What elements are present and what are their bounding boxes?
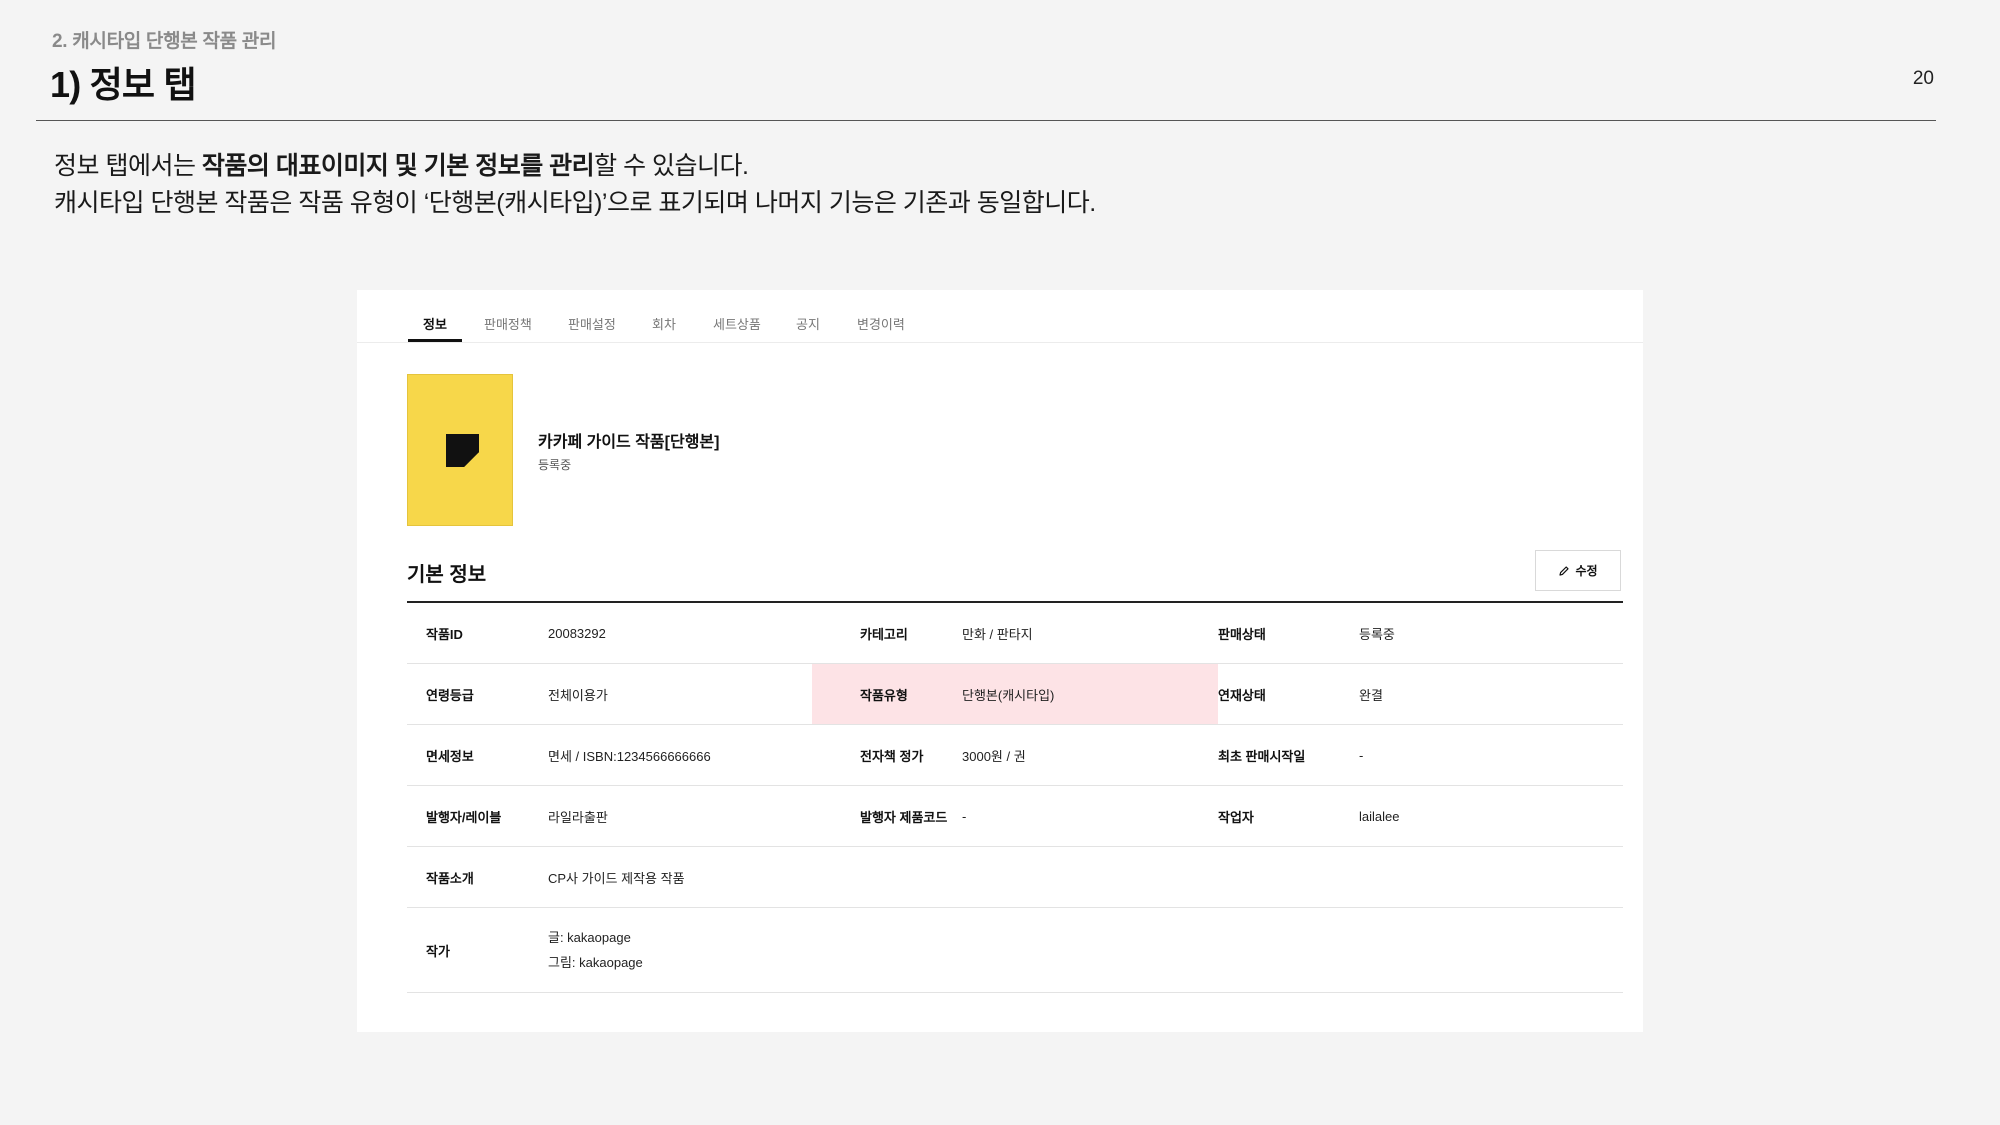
field-value: 완결 <box>1359 663 1623 725</box>
field-value: - <box>1359 724 1623 786</box>
pencil-icon <box>1559 565 1570 576</box>
basic-info-title: 기본 정보 <box>407 564 487 586</box>
author-illustrator: 그림: kakaopage <box>548 955 643 970</box>
desc-text: 할 수 있습니다. <box>594 152 749 180</box>
field-value: 등록중 <box>1359 602 1623 664</box>
field-value: 전체이용가 <box>548 663 812 725</box>
tab-change-history[interactable]: 변경이력 <box>857 314 905 333</box>
desc-text: 정보 탭에서는 <box>54 152 202 180</box>
field-label: 판매상태 <box>1218 602 1359 664</box>
work-detail-card: 정보 판매정책 판매설정 회차 세트상품 공지 변경이력 카카페 가이드 작품[… <box>357 290 1643 1032</box>
field-label: 연재상태 <box>1218 663 1359 725</box>
page-number: 20 <box>1912 68 1934 89</box>
field-label: 최초 판매시작일 <box>1218 724 1359 786</box>
field-value: 만화 / 판타지 <box>962 602 1218 664</box>
table-row: 작가 글: kakaopage 그림: kakaopage <box>407 907 1623 993</box>
slide-description: 정보 탭에서는 작품의 대표이미지 및 기본 정보를 관리할 수 있습니다. 캐… <box>54 148 1096 222</box>
field-value: 20083292 <box>548 602 812 664</box>
field-value: 3000원 / 권 <box>962 724 1218 786</box>
field-label: 카테고리 <box>812 602 962 664</box>
tab-sales-settings[interactable]: 판매설정 <box>568 314 616 333</box>
field-value: 면세 / ISBN:1234566666666 <box>548 724 812 786</box>
description-line-1: 정보 탭에서는 작품의 대표이미지 및 기본 정보를 관리할 수 있습니다. <box>54 148 1096 185</box>
tab-bar: 정보 판매정책 판매설정 회차 세트상품 공지 변경이력 <box>357 290 1643 343</box>
edit-button[interactable]: 수정 <box>1535 550 1621 591</box>
active-tab-indicator <box>408 339 462 342</box>
field-label: 전자책 정가 <box>812 724 962 786</box>
table-row: 발행자/레이블 라일라출판 발행자 제품코드 - 작업자 lailalee <box>407 785 1623 847</box>
desc-bold-text: 작품의 대표이미지 및 기본 정보를 관리 <box>201 152 595 180</box>
slide-header: 2. 캐시타입 단행본 작품 관리 1) 정보 탭 20 <box>0 0 2000 122</box>
table-row: 면세정보 면세 / ISBN:1234566666666 전자책 정가 3000… <box>407 724 1623 786</box>
kakaopage-logo-icon <box>446 434 479 467</box>
field-value: - <box>962 785 1218 847</box>
field-value: CP사 가이드 제작용 작품 <box>548 846 1623 908</box>
header-divider <box>36 120 1936 121</box>
table-row: 작품ID 20083292 카테고리 만화 / 판타지 판매상태 등록중 <box>407 602 1623 664</box>
tab-episodes[interactable]: 회차 <box>652 314 676 333</box>
field-label-highlighted: 작품유형 <box>812 663 962 725</box>
field-value: 라일라출판 <box>548 785 812 847</box>
slide-title: 1) 정보 탭 <box>50 64 197 105</box>
work-title: 카카페 가이드 작품[단행본] <box>538 434 720 451</box>
work-status: 등록중 <box>538 458 572 472</box>
cover-image[interactable] <box>407 374 513 526</box>
table-row: 작품소개 CP사 가이드 제작용 작품 <box>407 846 1623 908</box>
field-label: 작품ID <box>407 602 548 664</box>
author-writer: 글: kakaopage <box>548 930 631 945</box>
section-label: 2. 캐시타입 단행본 작품 관리 <box>52 31 277 52</box>
table-row: 연령등급 전체이용가 작품유형 단행본(캐시타입) 연재상태 완결 <box>407 663 1623 725</box>
field-value: lailalee <box>1359 785 1623 847</box>
tab-sales-policy[interactable]: 판매정책 <box>484 314 532 333</box>
field-value-highlighted: 단행본(캐시타입) <box>962 663 1218 725</box>
field-label: 발행자/레이블 <box>407 785 548 847</box>
author-values: 글: kakaopage 그림: kakaopage <box>548 907 1623 993</box>
tab-notice[interactable]: 공지 <box>796 314 820 333</box>
edit-button-label: 수정 <box>1575 564 1598 578</box>
tab-set-products[interactable]: 세트상품 <box>713 314 761 333</box>
tab-info[interactable]: 정보 <box>423 314 447 333</box>
field-label: 발행자 제품코드 <box>812 785 962 847</box>
field-label: 면세정보 <box>407 724 548 786</box>
field-label: 작가 <box>407 907 548 993</box>
description-line-2: 캐시타입 단행본 작품은 작품 유형이 ‘단행본(캐시타입)’으로 표기되며 나… <box>54 189 1096 217</box>
field-label: 작품소개 <box>407 846 548 908</box>
field-label: 연령등급 <box>407 663 548 725</box>
field-label: 작업자 <box>1218 785 1359 847</box>
basic-info-table: 작품ID 20083292 카테고리 만화 / 판타지 판매상태 등록중 연령등… <box>407 601 1623 993</box>
